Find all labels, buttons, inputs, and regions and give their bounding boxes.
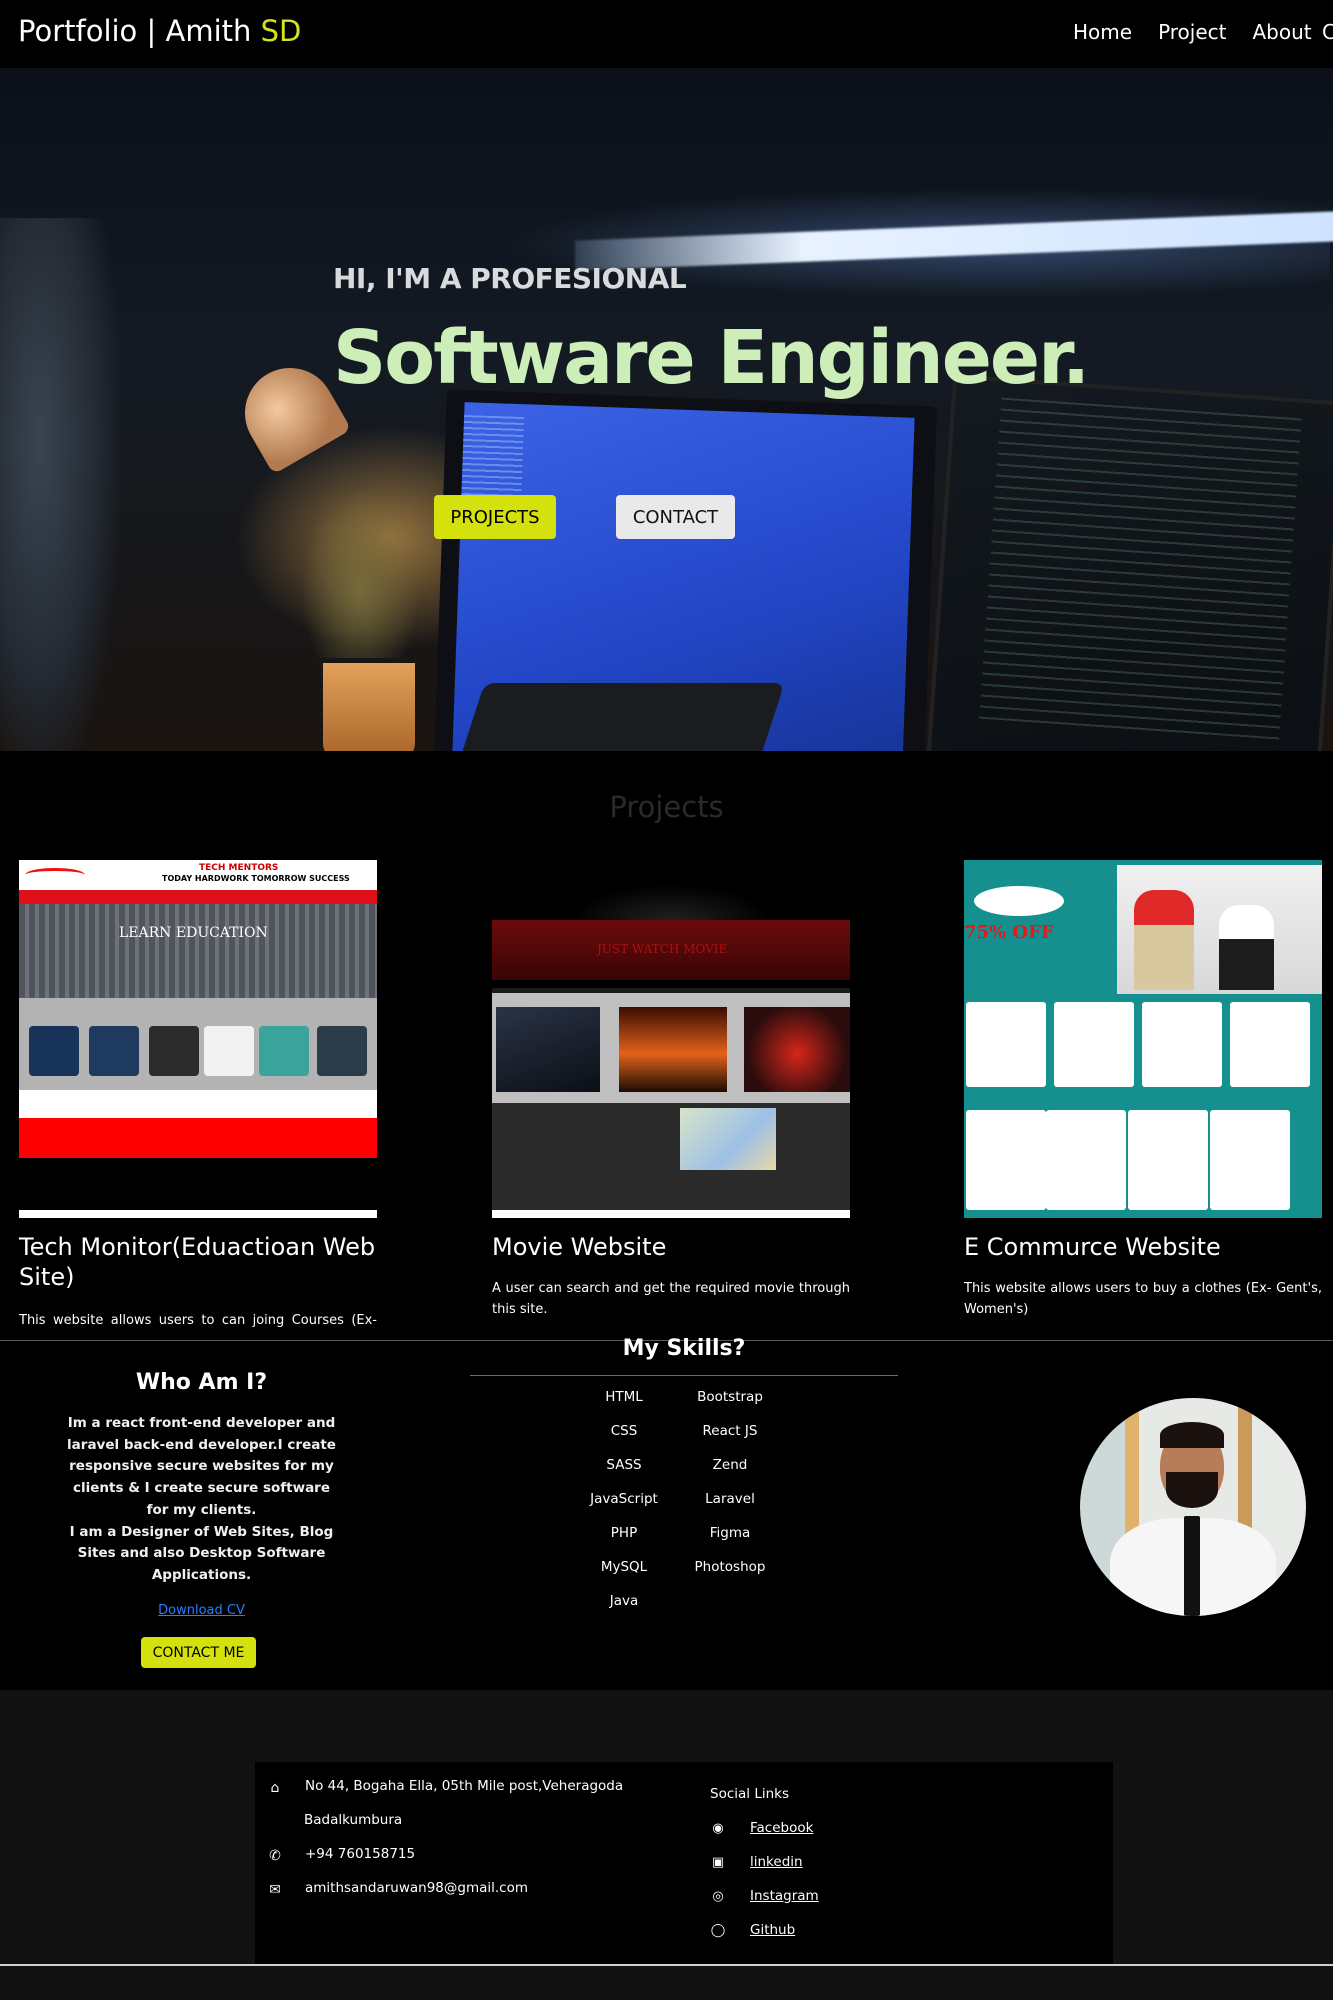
linkedin-link[interactable]: linkedin	[750, 1854, 803, 1870]
product-tile	[1046, 1110, 1126, 1210]
graphics-course-icon	[204, 1026, 254, 1076]
project-description: This website allows users to can joing C…	[19, 1313, 377, 1328]
about-section: Who Am I? Im a react front-end developer…	[60, 1370, 343, 1668]
nav-links: Home Project About	[1073, 20, 1312, 44]
footer-bottom-line	[0, 1964, 1333, 1966]
project-card-movie[interactable]: JUST WATCH MOVIE Movie Website A user ca…	[492, 860, 850, 1317]
linkedin-icon: ▣	[711, 1855, 725, 1870]
hero-person-silhouette	[0, 218, 120, 751]
product-tile	[1210, 1110, 1290, 1210]
product-tile	[1142, 1002, 1222, 1087]
hero-kicker: HI, I'M A PROFESIONAL	[333, 262, 687, 295]
site-logo-icon	[25, 868, 85, 882]
hero-section	[0, 68, 1333, 751]
python-course-icon	[89, 1026, 139, 1076]
php-course-icon	[259, 1026, 309, 1076]
movie-poster-batman	[496, 1007, 600, 1092]
skill-item: Laravel	[705, 1491, 755, 1507]
skill-item: Zend	[712, 1457, 748, 1473]
about-title: Who Am I?	[135, 1370, 268, 1395]
project-thumbnail[interactable]: TECH MENTORS TODAY HARDWORK TOMORROW SUC…	[19, 860, 377, 1218]
brand-logo[interactable]: Portfolio | Amith SD	[18, 14, 301, 48]
skill-item: JavaScript	[590, 1491, 658, 1507]
database-course-icon	[317, 1026, 367, 1076]
project-description: A user can search and get the required m…	[492, 1281, 850, 1317]
thumb-title: TECH MENTORS	[199, 863, 279, 873]
skill-item: CSS	[610, 1423, 638, 1439]
skills-divider	[470, 1375, 898, 1376]
footer-contact-box: ⌂ No 44, Bogaha Ella, 05th Mile post,Veh…	[255, 1762, 1113, 1964]
thumb-banner-text: 75% OFF	[964, 922, 1054, 943]
project-card-ecommerce[interactable]: 75% OFF E Commurce Website This website …	[964, 860, 1322, 1317]
social-links-title: Social Links	[710, 1786, 789, 1802]
skill-item: Photoshop	[694, 1559, 766, 1575]
brand-oval-logo	[974, 886, 1064, 916]
hero-side-monitor-code	[978, 397, 1302, 749]
hero-plant	[300, 488, 420, 658]
instagram-icon: ◎	[712, 1889, 724, 1904]
instagram-link[interactable]: Instagram	[750, 1888, 819, 1904]
movie-poster-sunset	[619, 1007, 727, 1092]
project-thumbnail[interactable]: 75% OFF	[964, 860, 1322, 1218]
model-man-icon	[1134, 890, 1194, 990]
github-icon: ◯	[710, 1923, 726, 1938]
nav-link-about[interactable]: About	[1253, 20, 1312, 44]
project-title: Tech Monitor(Eduactioan Web Site)	[19, 1233, 376, 1291]
thumb-banner-text: JUST WATCH MOVIE	[597, 942, 728, 956]
skill-item: MySQL	[600, 1559, 648, 1575]
projects-button[interactable]: PROJECTS	[434, 495, 556, 539]
nav-link-project[interactable]: Project	[1158, 20, 1226, 44]
skill-item: PHP	[610, 1525, 638, 1541]
contact-me-button[interactable]: CONTACT ME	[141, 1637, 256, 1668]
phone-icon: ✆	[269, 1848, 281, 1864]
download-cv-link[interactable]: Download CV	[60, 1603, 343, 1618]
top-navbar: Portfolio | Amith SD Home Project About …	[0, 0, 1333, 68]
project-card-tech-monitor[interactable]: TECH MENTORS TODAY HARDWORK TOMORROW SUC…	[19, 860, 377, 1328]
facebook-link[interactable]: Facebook	[750, 1820, 813, 1836]
mail-icon: ✉	[269, 1882, 281, 1898]
design-course-icon	[149, 1026, 199, 1076]
skill-item: Bootstrap	[697, 1389, 763, 1405]
project-thumbnail[interactable]: JUST WATCH MOVIE	[492, 860, 850, 1218]
skills-list-left: HTML CSS SASS JavaScript PHP MySQL Java	[564, 1380, 684, 1618]
contact-button[interactable]: CONTACT	[616, 495, 735, 539]
model-woman-icon	[1219, 905, 1274, 990]
skills-list-right: Bootstrap React JS Zend Laravel Figma Ph…	[670, 1380, 790, 1584]
product-tile	[1230, 1002, 1310, 1087]
skill-item: HTML	[605, 1389, 643, 1405]
projects-heading: Projects	[609, 790, 724, 824]
project-title: Movie Website	[492, 1233, 667, 1261]
product-tile	[1128, 1110, 1208, 1210]
skill-item: React JS	[702, 1423, 758, 1439]
hero-plant-pot	[323, 663, 415, 751]
brand-name: Portfolio | Amith	[18, 14, 261, 48]
nav-link-home[interactable]: Home	[1073, 20, 1132, 44]
about-text-2: I am a Designer of Web Sites, Blog Sites…	[69, 1523, 334, 1583]
thumb-tagline: TODAY HARDWORK TOMORROW SUCCESS	[162, 874, 350, 883]
hero-laptop	[455, 683, 785, 751]
product-tile	[966, 1002, 1046, 1087]
github-link[interactable]: Github	[750, 1922, 795, 1938]
nav-link-contact-clipped[interactable]: C	[1322, 20, 1333, 44]
skill-item: Figma	[709, 1525, 751, 1541]
skill-item: SASS	[606, 1457, 642, 1473]
map-thumbnail	[680, 1108, 776, 1170]
hero-title: Software Engineer.	[333, 315, 1090, 401]
skills-title: My Skills?	[622, 1336, 746, 1361]
thumb-banner-text: LEARN EDUCATION	[119, 925, 268, 941]
facebook-icon: ◉	[712, 1821, 724, 1836]
home-icon: ⌂	[270, 1780, 280, 1796]
project-title: E Commurce Website	[964, 1233, 1221, 1261]
project-description: This website allows users to buy a cloth…	[964, 1281, 1322, 1317]
skill-item: Java	[609, 1593, 639, 1609]
brand-highlight: SD	[260, 14, 302, 48]
about-text: Im a react front-end developer and larav…	[67, 1415, 336, 1518]
java-course-icon	[29, 1026, 79, 1076]
movie-poster-spiderman	[744, 1007, 850, 1092]
product-tile	[1054, 1002, 1134, 1087]
profile-avatar	[1080, 1398, 1306, 1616]
product-tile	[966, 1110, 1046, 1210]
